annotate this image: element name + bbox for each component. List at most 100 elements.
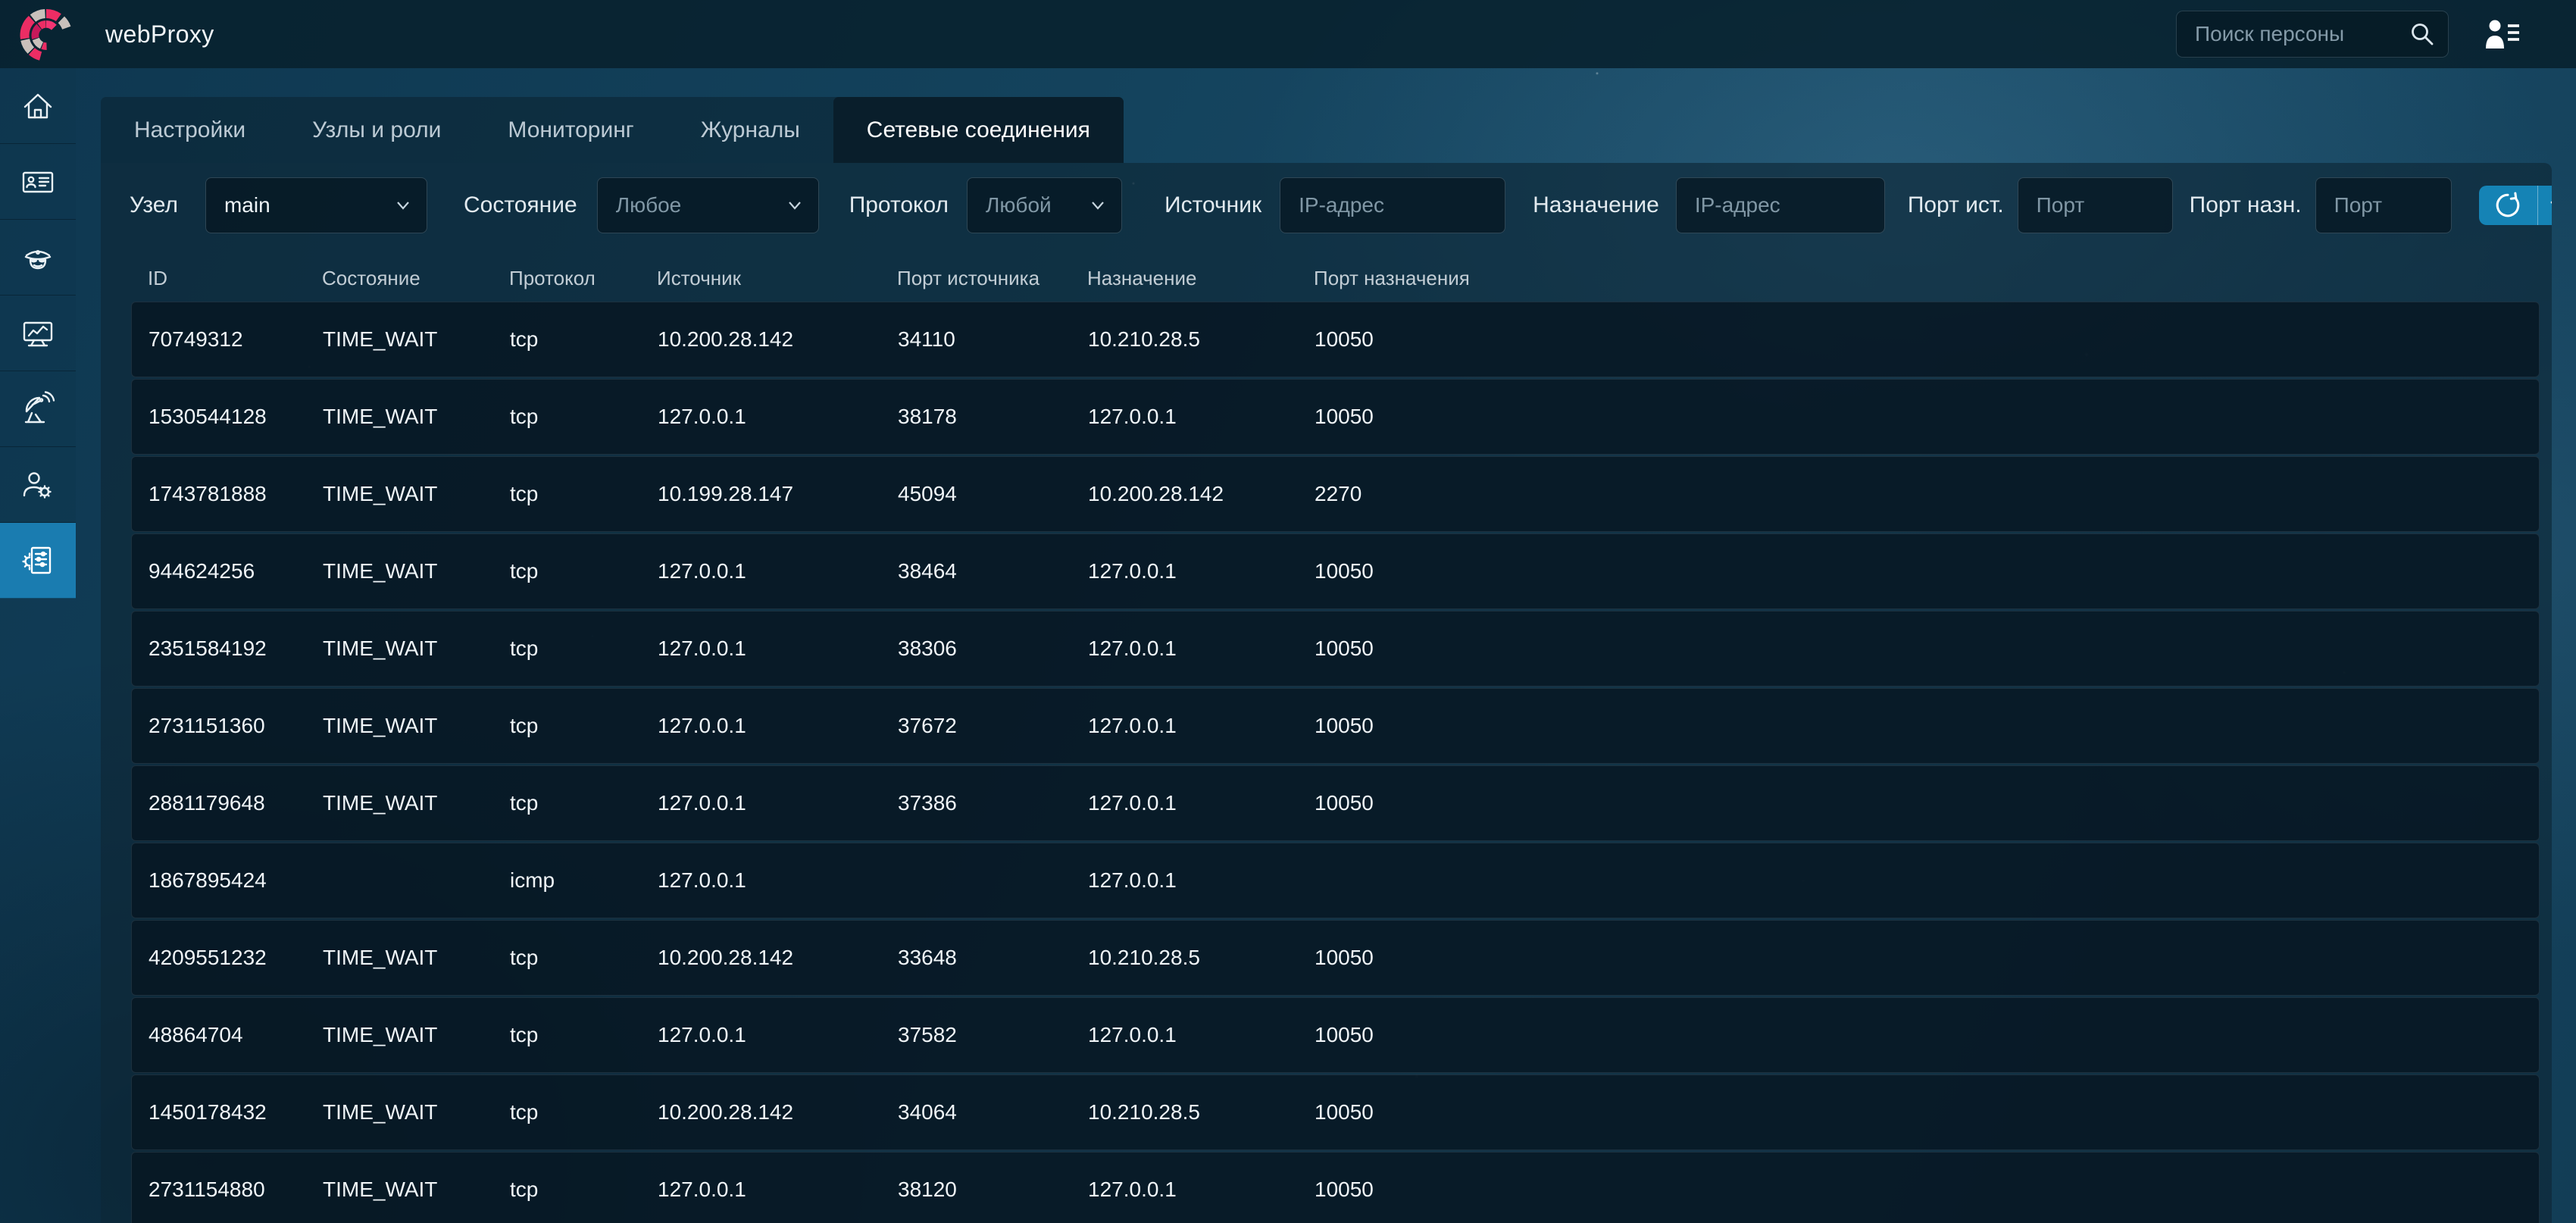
cell-destination: 127.0.0.1 (1088, 868, 1315, 893)
table-row[interactable]: 48864704 TIME_WAIT tcp 127.0.0.1 37582 1… (131, 997, 2540, 1073)
cell-source: 10.200.28.142 (658, 327, 898, 352)
cell-id: 1867895424 (148, 868, 323, 893)
table-row[interactable]: 70749312 TIME_WAIT tcp 10.200.28.142 341… (131, 302, 2540, 377)
table-row[interactable]: 2351584192 TIME_WAIT tcp 127.0.0.1 38306… (131, 611, 2540, 687)
column-header-state: Состояние (322, 267, 509, 290)
state-filter-label: Состояние (464, 192, 577, 218)
cell-dst-port: 10050 (1315, 1178, 2539, 1202)
sidebar-item-officer[interactable] (0, 220, 76, 296)
cell-protocol: tcp (510, 946, 658, 970)
cell-state: TIME_WAIT (323, 714, 510, 738)
table-row[interactable]: 944624256 TIME_WAIT tcp 127.0.0.1 38464 … (131, 533, 2540, 609)
sidebar-item-home[interactable] (0, 68, 76, 144)
cell-id: 48864704 (148, 1023, 323, 1047)
cell-destination: 10.210.28.5 (1088, 327, 1315, 352)
cell-dst-port: 10050 (1315, 1023, 2539, 1047)
src-port-input[interactable] (2018, 178, 2172, 233)
search-icon[interactable] (2409, 20, 2436, 48)
monitoring-screen-icon (20, 315, 56, 352)
cell-destination: 10.210.28.5 (1088, 946, 1315, 970)
refresh-options-button[interactable] (2538, 186, 2552, 225)
dst-port-input[interactable] (2316, 178, 2451, 233)
cell-state: TIME_WAIT (323, 1100, 510, 1124)
state-select[interactable]: Любое (597, 177, 819, 233)
cell-dst-port: 10050 (1315, 637, 2539, 661)
cell-dst-port: 10050 (1315, 791, 2539, 815)
protocol-select[interactable]: Любой (967, 177, 1122, 233)
tab-journals[interactable]: Журналы (667, 97, 833, 163)
table-row[interactable]: 1867895424 icmp 127.0.0.1 127.0.0.1 (131, 843, 2540, 918)
cell-protocol: icmp (510, 868, 658, 893)
source-input[interactable] (1280, 178, 1505, 233)
src-port-field (2018, 177, 2173, 233)
cell-id: 1743781888 (148, 482, 323, 506)
cell-id: 2881179648 (148, 791, 323, 815)
user-contact-icon[interactable] (2484, 17, 2521, 52)
column-header-protocol: Протокол (509, 267, 657, 290)
table-row[interactable]: 1743781888 TIME_WAIT tcp 10.199.28.147 4… (131, 456, 2540, 532)
table-row[interactable]: 1530544128 TIME_WAIT tcp 127.0.0.1 38178… (131, 379, 2540, 455)
cell-destination: 127.0.0.1 (1088, 1023, 1315, 1047)
person-search-input[interactable] (2177, 22, 2409, 46)
table-row[interactable]: 2881179648 TIME_WAIT tcp 127.0.0.1 37386… (131, 765, 2540, 841)
cell-src-port: 38178 (898, 405, 1088, 429)
cell-source: 10.200.28.142 (658, 1100, 898, 1124)
dst-port-filter-label: Порт назн. (2190, 192, 2302, 218)
cell-dst-port: 10050 (1315, 327, 2539, 352)
tab-nodes-roles[interactable]: Узлы и роли (279, 97, 474, 163)
column-header-src-port: Порт источника (897, 267, 1087, 290)
destination-input[interactable] (1677, 178, 1884, 233)
protocol-filter-label: Протокол (849, 192, 949, 218)
sidebar-item-radar[interactable] (0, 371, 76, 447)
sidebar-item-operators[interactable] (0, 447, 76, 523)
cell-id: 2731154880 (148, 1178, 323, 1202)
cell-dst-port: 10050 (1315, 946, 2539, 970)
person-search[interactable] (2176, 11, 2449, 58)
refresh-button[interactable] (2479, 186, 2537, 225)
cell-destination: 10.210.28.5 (1088, 1100, 1315, 1124)
cell-destination: 127.0.0.1 (1088, 559, 1315, 583)
cell-id: 70749312 (148, 327, 323, 352)
filters-row: Узел main Состояние Любое Протокол Любой… (130, 177, 2540, 233)
cell-source: 127.0.0.1 (658, 405, 898, 429)
cell-dst-port: 10050 (1315, 559, 2539, 583)
sidebar-item-monitoring[interactable] (0, 296, 76, 371)
protocol-select-value: Любой (968, 193, 1088, 217)
tab-monitoring[interactable]: Мониторинг (474, 97, 667, 163)
tab-settings[interactable]: Настройки (101, 97, 279, 163)
table-header: ID Состояние Протокол Источник Порт исто… (131, 255, 2540, 302)
cell-state: TIME_WAIT (323, 482, 510, 506)
sidebar (0, 68, 76, 599)
home-icon (20, 88, 56, 124)
sidebar-item-persons[interactable] (0, 144, 76, 220)
destination-field (1676, 177, 1885, 233)
cell-src-port: 45094 (898, 482, 1088, 506)
user-settings-icon (20, 467, 56, 503)
cell-source: 127.0.0.1 (658, 1023, 898, 1047)
table-row[interactable]: 4209551232 TIME_WAIT tcp 10.200.28.142 3… (131, 920, 2540, 996)
chevron-down-icon (2546, 195, 2552, 216)
refresh-split-button[interactable] (2479, 186, 2552, 225)
cell-protocol: tcp (510, 482, 658, 506)
cell-protocol: tcp (510, 714, 658, 738)
table-row[interactable]: 2731151360 TIME_WAIT tcp 127.0.0.1 37672… (131, 688, 2540, 764)
cell-state: TIME_WAIT (323, 946, 510, 970)
network-connections-panel: Узел main Состояние Любое Протокол Любой… (101, 163, 2552, 1223)
sidebar-item-connections[interactable] (0, 523, 76, 599)
cell-destination: 10.200.28.142 (1088, 482, 1315, 506)
cell-source: 127.0.0.1 (658, 868, 898, 893)
table-row[interactable]: 1450178432 TIME_WAIT tcp 10.200.28.142 3… (131, 1074, 2540, 1150)
table-row[interactable]: 2731154880 TIME_WAIT tcp 127.0.0.1 38120… (131, 1152, 2540, 1223)
cell-protocol: tcp (510, 1023, 658, 1047)
source-field (1280, 177, 1505, 233)
column-header-source: Источник (657, 267, 897, 290)
column-header-destination: Назначение (1087, 267, 1314, 290)
cell-protocol: tcp (510, 327, 658, 352)
connections-table: ID Состояние Протокол Источник Порт исто… (131, 255, 2540, 1223)
column-header-dst-port: Порт назначения (1314, 267, 2540, 290)
cell-state: TIME_WAIT (323, 1178, 510, 1202)
cell-destination: 127.0.0.1 (1088, 637, 1315, 661)
webproxy-logo-icon (19, 7, 73, 61)
tab-network-connections[interactable]: Сетевые соединения (833, 97, 1124, 163)
node-select[interactable]: main (205, 177, 427, 233)
